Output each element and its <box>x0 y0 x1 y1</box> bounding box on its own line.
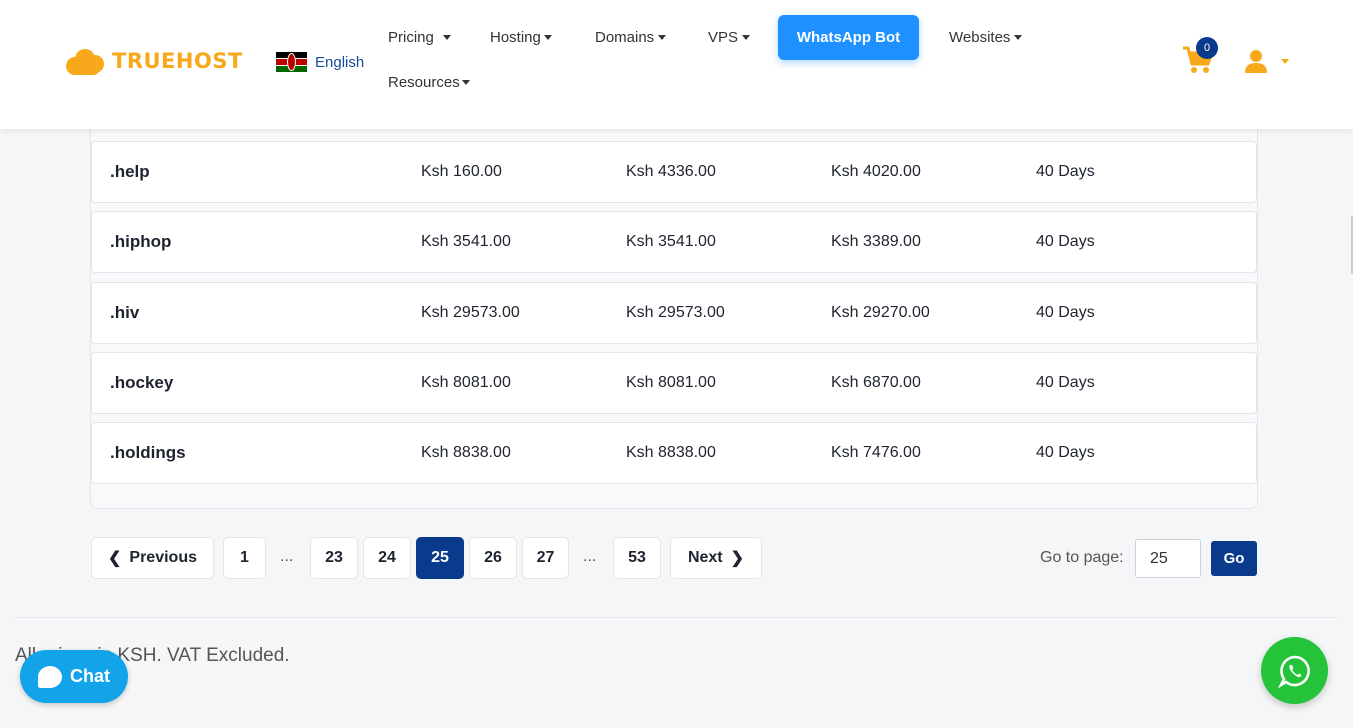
section-divider <box>15 617 1338 618</box>
tld-name: .hiv <box>110 303 140 322</box>
next-page-button[interactable]: Next ❯ <box>670 537 762 579</box>
price-cell: Ksh 29573.00 <box>421 304 520 321</box>
table-row: .hiv Ksh 29573.00 Ksh 29573.00 Ksh 29270… <box>91 282 1257 344</box>
previous-label: Previous <box>129 549 197 566</box>
whatsapp-bot-button[interactable]: WhatsApp Bot <box>778 15 919 60</box>
cart-count-badge: 0 <box>1196 37 1218 59</box>
nav-pricing-label: Pricing <box>388 29 434 46</box>
grace-period-cell: 40 Days <box>1036 163 1095 180</box>
chevron-down-icon <box>461 80 470 85</box>
price-cell: Ksh 3541.00 <box>626 233 716 250</box>
tld-name: .hockey <box>110 373 174 392</box>
tld-name: .hiphop <box>110 232 172 251</box>
tld-name: .help <box>110 162 150 181</box>
page-button-24[interactable]: 24 <box>363 537 411 579</box>
brand-name: TRUEHOST <box>112 49 243 73</box>
nav-resources[interactable]: Resources <box>388 74 470 91</box>
nav-hosting-label: Hosting <box>490 29 541 46</box>
nav-vps-label: VPS <box>708 29 739 46</box>
nav-hosting[interactable]: Hosting <box>490 29 552 46</box>
go-button[interactable]: Go <box>1211 541 1257 576</box>
whatsapp-floating-button[interactable] <box>1261 637 1328 704</box>
price-cell: Ksh 7476.00 <box>831 444 921 461</box>
chat-bubble-icon <box>38 665 62 688</box>
truehost-logo[interactable]: TRUEHOST <box>66 47 243 75</box>
price-cell: Ksh 8838.00 <box>626 444 716 461</box>
grace-period-cell: 40 Days <box>1036 233 1095 250</box>
table-row: .hockey Ksh 8081.00 Ksh 8081.00 Ksh 6870… <box>91 352 1257 414</box>
chat-label: Chat <box>70 666 110 686</box>
page-button-27[interactable]: 27 <box>522 537 569 579</box>
chevron-left-icon: ❮ <box>108 550 122 567</box>
nav-websites[interactable]: Websites <box>949 29 1023 46</box>
pagination-ellipsis: ... <box>280 548 294 565</box>
kenya-flag-icon <box>276 52 307 72</box>
chevron-down-icon <box>1014 35 1023 40</box>
tld-name: .holdings <box>110 443 186 462</box>
chevron-down-icon <box>442 35 451 40</box>
table-row: .hiphop Ksh 3541.00 Ksh 3541.00 Ksh 3389… <box>91 211 1257 273</box>
site-header: TRUEHOST English Pricing Hosting Domains… <box>0 0 1353 129</box>
next-label: Next <box>687 549 723 566</box>
price-cell: Ksh 8081.00 <box>626 374 716 391</box>
previous-page-button[interactable]: ❮ Previous <box>91 537 214 579</box>
language-selector[interactable]: English <box>276 52 364 72</box>
price-cell: Ksh 3541.00 <box>421 233 511 250</box>
price-cell: Ksh 29270.00 <box>831 304 930 321</box>
language-label: English <box>315 53 365 71</box>
grace-period-cell: 40 Days <box>1036 304 1095 321</box>
whatsapp-icon <box>1277 655 1310 688</box>
price-cell: Ksh 8838.00 <box>421 444 511 461</box>
page-button-26[interactable]: 26 <box>469 537 517 579</box>
chevron-down-icon <box>658 35 667 40</box>
page-button-23[interactable]: 23 <box>310 537 358 579</box>
chevron-down-icon <box>543 35 552 40</box>
price-cell: Ksh 3389.00 <box>831 233 921 250</box>
nav-pricing[interactable]: Pricing <box>388 29 451 46</box>
chevron-right-icon: ❯ <box>730 550 745 567</box>
table-row: .holdings Ksh 8838.00 Ksh 8838.00 Ksh 74… <box>91 422 1257 484</box>
grace-period-cell: 40 Days <box>1036 444 1095 461</box>
grace-period-cell: 40 Days <box>1036 374 1095 391</box>
page-button-1[interactable]: 1 <box>223 537 266 579</box>
price-cell: Ksh 29573.00 <box>626 304 725 321</box>
price-cell: Ksh 4336.00 <box>626 163 716 180</box>
cloud-icon <box>66 47 106 75</box>
goto-page-input[interactable] <box>1135 539 1201 578</box>
price-cell: Ksh 6870.00 <box>831 374 921 391</box>
pagination-ellipsis: ... <box>583 548 597 565</box>
user-icon[interactable] <box>1244 49 1268 73</box>
nav-domains[interactable]: Domains <box>595 29 667 46</box>
price-cell: Ksh 8081.00 <box>421 374 511 391</box>
table-row: .help Ksh 160.00 Ksh 4336.00 Ksh 4020.00… <box>91 141 1257 203</box>
nav-domains-label: Domains <box>595 29 655 46</box>
nav-vps[interactable]: VPS <box>708 29 751 46</box>
page-button-25-current[interactable]: 25 <box>416 537 464 579</box>
nav-resources-label: Resources <box>388 74 460 91</box>
page-button-53[interactable]: 53 <box>613 537 661 579</box>
chevron-down-icon <box>742 35 751 40</box>
chat-widget-button[interactable]: Chat <box>20 650 128 703</box>
price-cell: Ksh 160.00 <box>421 163 502 180</box>
user-menu-caret-icon[interactable] <box>1281 59 1289 64</box>
goto-page-label: Go to page: <box>1040 549 1124 566</box>
price-cell: Ksh 4020.00 <box>831 163 921 180</box>
nav-websites-label: Websites <box>949 29 1011 46</box>
